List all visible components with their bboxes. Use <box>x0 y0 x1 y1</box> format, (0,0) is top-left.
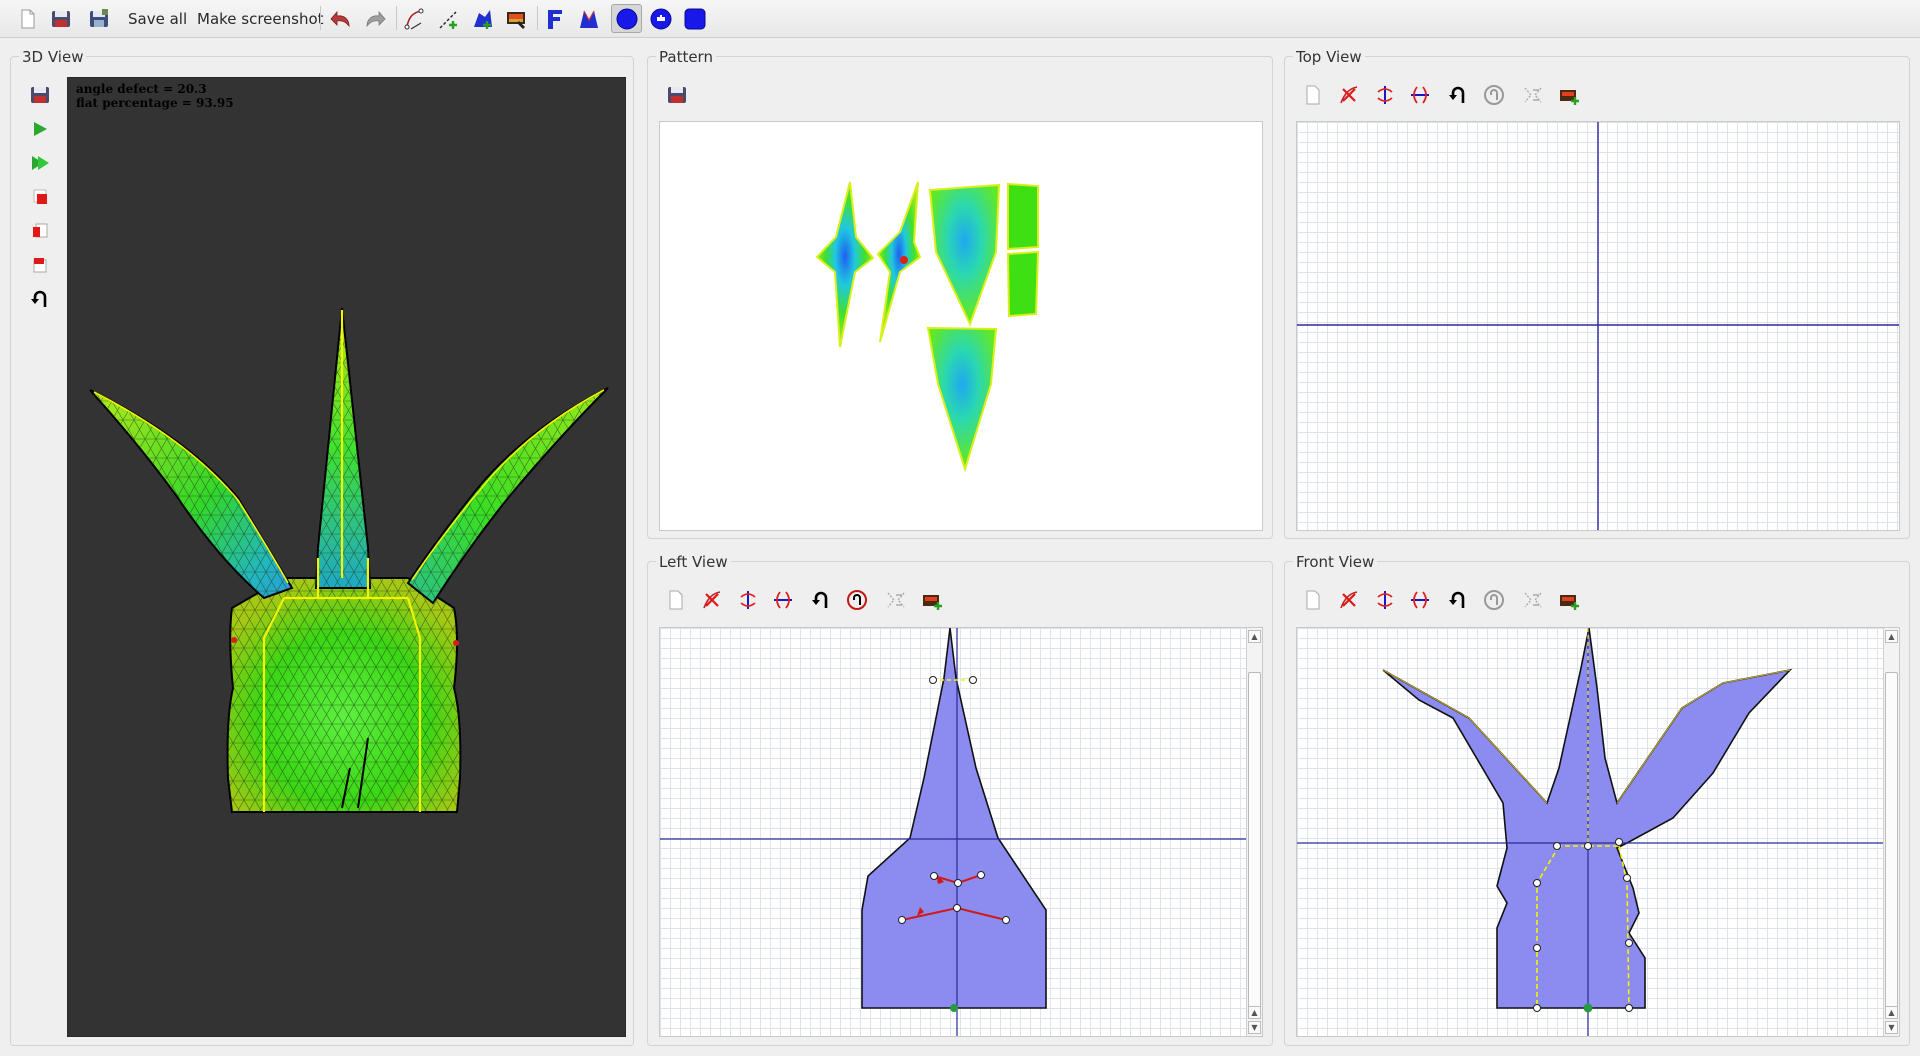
scroll-thumb[interactable] <box>1885 672 1898 1018</box>
toolbar-separator <box>320 6 321 30</box>
circle-gear-icon[interactable] <box>647 4 675 33</box>
add-shape-icon[interactable] <box>469 4 497 33</box>
draw-curve-icon[interactable] <box>401 4 429 33</box>
top-view-title: Top View <box>1293 48 1365 66</box>
pattern-pieces <box>815 181 1040 473</box>
front-view-canvas[interactable]: ▲ ▲ ▼ <box>1296 627 1900 1037</box>
play-step-icon[interactable] <box>26 149 54 177</box>
clear-box-icon[interactable] <box>26 251 54 279</box>
new-sketch-icon[interactable] <box>1299 586 1327 614</box>
pattern-piece[interactable] <box>926 326 998 473</box>
circle-flip-icon[interactable] <box>1480 81 1508 109</box>
front-view-title: Front View <box>1293 553 1378 571</box>
texture-picker-icon[interactable] <box>503 4 531 33</box>
scroll-up-icon[interactable]: ▲ <box>1885 630 1898 643</box>
front-view-scrollbar[interactable]: ▲ ▲ ▼ <box>1883 628 1899 1036</box>
viewport-3d[interactable]: angle defect = 20.3 flat percentage = 93… <box>67 77 626 1037</box>
mirror-x-icon[interactable] <box>1371 81 1399 109</box>
make-screenshot-button[interactable]: Make screenshot <box>193 4 328 33</box>
view3d-title: 3D View <box>19 48 87 66</box>
mirror-x-icon[interactable] <box>1371 586 1399 614</box>
play-icon[interactable] <box>26 115 54 143</box>
left-view-title: Left View <box>656 553 731 571</box>
delete-curve-icon[interactable] <box>698 586 726 614</box>
left-view-panel: Left View ▲ ▲ ▼ <box>647 553 1273 1046</box>
add-line-icon[interactable] <box>435 4 463 33</box>
filled-circle-icon <box>616 8 637 29</box>
pattern-piece[interactable] <box>1006 250 1040 318</box>
top-view-canvas[interactable] <box>1296 121 1900 531</box>
scroll-up-icon[interactable]: ▲ <box>1885 1006 1898 1019</box>
view3d-save-icon[interactable] <box>26 81 54 109</box>
toolbar-separator <box>537 6 538 30</box>
pattern-panel: Pattern <box>647 48 1273 539</box>
pattern-title: Pattern <box>656 48 716 66</box>
align-icon[interactable] <box>882 586 910 614</box>
left-view-canvas[interactable]: ▲ ▲ ▼ <box>659 627 1263 1037</box>
add-image-icon[interactable] <box>918 586 946 614</box>
add-image-icon[interactable] <box>1555 81 1583 109</box>
rounded-square-icon[interactable] <box>681 4 709 33</box>
flag-shape-icon[interactable] <box>541 4 569 33</box>
mirror-x-icon[interactable] <box>734 586 762 614</box>
mirror-y-icon[interactable] <box>1406 81 1434 109</box>
main-toolbar: Save all Make screenshot <box>0 0 1920 38</box>
scroll-down-icon[interactable]: ▼ <box>1885 1021 1898 1034</box>
left-view-scrollbar[interactable]: ▲ ▲ ▼ <box>1246 628 1262 1036</box>
align-icon[interactable] <box>1519 81 1547 109</box>
mesh-model <box>89 307 609 813</box>
align-icon[interactable] <box>1519 586 1547 614</box>
stop-box-icon[interactable] <box>26 183 54 211</box>
front-view-panel: Front View ▲ ▲ ▼ <box>1284 553 1910 1046</box>
scroll-thumb[interactable] <box>1248 672 1261 1018</box>
pattern-canvas[interactable] <box>659 121 1263 531</box>
pattern-piece[interactable] <box>928 183 1001 327</box>
save-icon[interactable] <box>86 4 112 33</box>
mirror-y-icon[interactable] <box>1406 586 1434 614</box>
left-view-sketch <box>660 628 1248 1036</box>
mountain-shape-icon[interactable] <box>575 4 603 33</box>
flip-arrow-icon[interactable] <box>1444 586 1472 614</box>
mirror-y-icon[interactable] <box>769 586 797 614</box>
add-image-icon[interactable] <box>1555 586 1583 614</box>
new-sketch-icon[interactable] <box>1299 81 1327 109</box>
front-view-sketch <box>1297 628 1885 1036</box>
delete-curve-icon[interactable] <box>1335 586 1363 614</box>
undo-icon[interactable] <box>327 4 355 33</box>
reset-box-icon[interactable] <box>26 217 54 245</box>
flip-arrow-icon[interactable] <box>1444 81 1472 109</box>
new-file-icon[interactable] <box>17 4 39 33</box>
toolbar-separator <box>396 6 397 30</box>
delete-curve-icon[interactable] <box>1335 81 1363 109</box>
scroll-up-icon[interactable]: ▲ <box>1248 1006 1261 1019</box>
circle-mode-button[interactable] <box>611 4 642 33</box>
view3d-panel: 3D View angle defect = 20.3 flat percent… <box>10 48 634 1046</box>
pattern-piece[interactable] <box>876 181 922 343</box>
pattern-save-icon[interactable] <box>663 81 691 109</box>
circle-flip-icon[interactable] <box>1480 586 1508 614</box>
open-icon[interactable] <box>48 4 74 33</box>
flip-arrow-icon[interactable] <box>26 285 54 313</box>
new-sketch-icon[interactable] <box>662 586 690 614</box>
redo-icon[interactable] <box>361 4 389 33</box>
circle-flip-icon[interactable] <box>843 586 871 614</box>
scroll-up-icon[interactable]: ▲ <box>1248 630 1261 643</box>
flip-arrow-icon[interactable] <box>807 586 835 614</box>
save-all-button[interactable]: Save all <box>124 4 191 33</box>
top-view-axes <box>1297 122 1899 530</box>
pattern-piece[interactable] <box>815 181 875 348</box>
scroll-down-icon[interactable]: ▼ <box>1248 1021 1261 1034</box>
top-view-panel: Top View <box>1284 48 1910 539</box>
pattern-piece[interactable] <box>1007 182 1039 251</box>
